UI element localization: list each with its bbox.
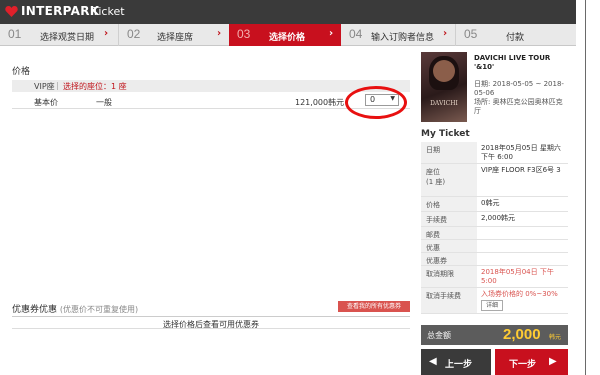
ticket-row-cancel-fee: 取消手续费 入场券价格的 0%~30% 详细 <box>421 288 568 314</box>
show-poster-image: DAVICHI <box>421 52 467 122</box>
show-title: DAVICHI LIVE TOUR '&10' <box>474 54 551 71</box>
ticket-row-value <box>479 253 568 257</box>
price-panel: 价格 VIP座 选择的座位：1 座 基本价 一般 121,000韩元 0 ▼ 优… <box>8 58 413 365</box>
step-select-date: 01 选择观赏日期 › <box>0 24 118 46</box>
ticket-row-value: 2018年05月05日 星期六 下午 6:00 <box>481 144 561 161</box>
ticket-summary-panel: DAVICHI DAVICHI LIVE TOUR '&10' 日期: 2018… <box>418 52 568 375</box>
my-ticket-title: My Ticket <box>421 129 470 139</box>
ticket-row-seat: 座位 (1 座) VIP座 FLOOR F3区6号 3 <box>421 164 568 197</box>
coupon-section-title: 优惠券优惠 (优惠价不可重复使用) <box>12 302 138 315</box>
ticket-row-key: 日期 <box>421 142 477 163</box>
poster-caption: DAVICHI <box>430 100 458 107</box>
ticket-row-discount: 优惠 <box>421 240 568 253</box>
price-type: 一般 <box>96 98 112 107</box>
brand-name[interactable]: INTERPARK <box>21 4 99 18</box>
ticket-row-price: 价格 0韩元 <box>421 197 568 212</box>
step-label: 选择观赏日期 <box>40 33 95 43</box>
ticket-row-value: 入场券价格的 0%~30% 详细 <box>479 288 568 313</box>
ticket-row-value <box>479 227 568 231</box>
step-select-seat: 02 选择座席 › <box>119 24 229 46</box>
window-edge-divider <box>585 0 586 375</box>
header-bar: INTERPARK Ticket <box>0 0 576 24</box>
step-select-price: 03 选择价格 › <box>229 24 341 46</box>
total-amount: 2,000 <box>503 326 541 343</box>
show-venue: 场所: 奥林匹克公园奥林匹克厅 <box>474 98 563 115</box>
total-unit: 韩元 <box>549 334 562 341</box>
coupon-title-text: 优惠券优惠 <box>12 305 58 315</box>
step-number: 05 <box>464 27 478 41</box>
ticket-row-value: 0韩元 <box>481 199 500 207</box>
step-number: 02 <box>127 27 141 41</box>
ticket-row-key: 取消期限 <box>421 266 477 287</box>
ticket-row-value: 2,000韩元 <box>481 214 516 222</box>
ticket-row-postage: 邮费 <box>421 227 568 240</box>
previous-step-label: 上一步 <box>445 360 473 370</box>
ticket-row-key: 优惠券 <box>421 253 477 265</box>
cancel-fee-text: 入场券价格的 0%~30% <box>481 290 558 298</box>
poster-figure-face <box>433 60 455 82</box>
ticket-row-key: 手续费 <box>421 212 477 226</box>
my-ticket-table: 日期 2018年05月05日 星期六 下午 6:00 座位 (1 座) VIP座… <box>421 142 568 314</box>
ticket-row-key: 座位 (1 座) <box>421 164 477 196</box>
step-number: 03 <box>237 27 251 41</box>
step-label: 输入订购者信息 <box>371 33 435 43</box>
price-section-title: 价格 <box>12 67 31 77</box>
coupon-note: (优惠价不可重复使用) <box>59 305 139 314</box>
total-amount-bar: 总金额 2,000 韩元 <box>421 325 568 345</box>
chevron-right-icon: ▶ <box>549 356 557 367</box>
picked-seat-count: 选择的座位：1 座 <box>63 82 127 91</box>
seat-area-header: VIP座 选择的座位：1 座 <box>12 80 410 92</box>
ticket-row-coupon: 优惠券 <box>421 253 568 266</box>
divider <box>57 82 58 90</box>
total-label: 总金额 <box>427 331 451 340</box>
chevron-right-icon: › <box>329 28 334 39</box>
cancel-fee-detail-button[interactable]: 详细 <box>481 300 504 311</box>
ticket-row-value: VIP座 FLOOR F3区6号 3 <box>481 166 561 174</box>
chevron-right-icon: › <box>104 28 109 39</box>
chevron-right-icon: › <box>443 28 448 39</box>
ticket-row-key: 取消手续费 <box>421 288 477 313</box>
step-label: 付款 <box>506 33 525 43</box>
show-info: 日期: 2018-05-05 ~ 2018-05-06 场所: 奥林匹克公园奥林… <box>474 80 566 116</box>
step-payment: 05 付款 <box>456 24 576 46</box>
ticket-row-value <box>479 240 568 244</box>
coupon-empty-message: 选择价格后查看可用优惠券 <box>163 320 259 329</box>
step-number: 04 <box>349 27 363 41</box>
view-my-coupons-button[interactable]: 查看我的所有优惠券 <box>338 301 410 312</box>
previous-step-button[interactable]: ◀ 上一步 <box>421 349 491 375</box>
next-step-button[interactable]: 下一步 ▶ <box>495 349 568 375</box>
price-category: 基本价 <box>34 98 58 107</box>
coupon-list: 选择价格后查看可用优惠券 <box>12 316 410 329</box>
brand-product: Ticket <box>92 5 125 18</box>
ticket-row-cancel-deadline: 取消期限 2018年05月04日 下午 5:00 <box>421 266 568 288</box>
step-number: 01 <box>8 27 22 41</box>
ticket-row-key: 价格 <box>421 197 477 211</box>
chevron-left-icon: ◀ <box>429 356 437 367</box>
price-amount: 121,000韩元 <box>295 98 345 107</box>
step-label: 选择座席 <box>157 33 194 43</box>
highlight-annotation-circle <box>345 86 407 119</box>
step-label: 选择价格 <box>269 33 306 43</box>
ticket-row-date: 日期 2018年05月05日 星期六 下午 6:00 <box>421 142 568 164</box>
chevron-right-icon: › <box>217 28 222 39</box>
show-date: 日期: 2018-05-05 ~ 2018-05-06 <box>474 80 564 97</box>
next-step-label: 下一步 <box>509 360 537 370</box>
ticket-row-key: 邮费 <box>421 227 477 239</box>
seat-area-label: VIP座 <box>34 82 55 91</box>
step-orderer-info: 04 输入订购者信息 › <box>341 24 455 46</box>
ticket-row-key: 优惠 <box>421 240 477 252</box>
step-progress: 01 选择观赏日期 › 02 选择座席 › 03 选择价格 › 04 输入订购者… <box>0 24 576 46</box>
interpark-heart-logo-icon[interactable] <box>5 5 18 18</box>
ticket-row-value: 2018年05月04日 下午 5:00 <box>481 268 554 285</box>
ticket-row-fee: 手续费 2,000韩元 <box>421 212 568 227</box>
